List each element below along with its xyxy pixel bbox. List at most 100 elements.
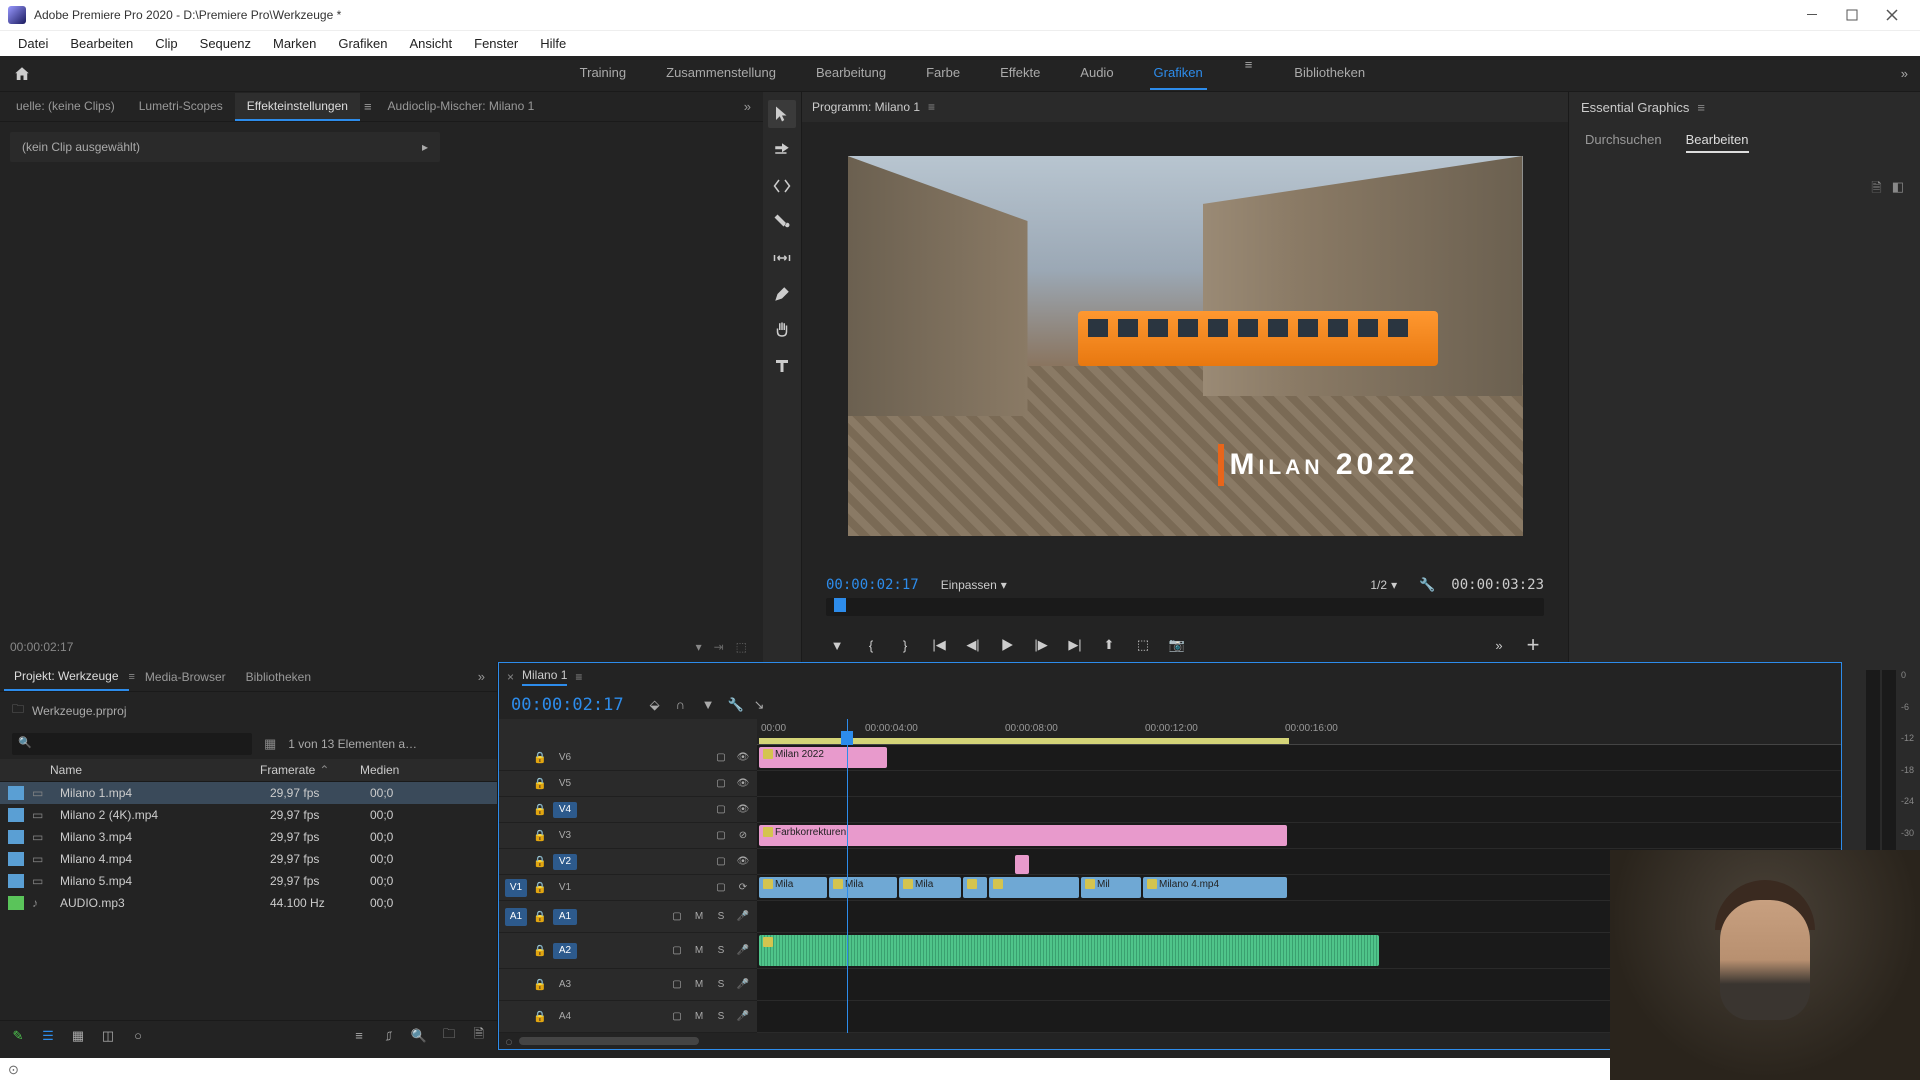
- timeline-settings-icon[interactable]: 🔧: [728, 697, 744, 713]
- add-marker-button[interactable]: ▼: [826, 634, 848, 656]
- ws-bibliotheken[interactable]: Bibliotheken: [1290, 57, 1369, 90]
- ws-bearbeitung[interactable]: Bearbeitung: [812, 57, 890, 90]
- mark-out-button[interactable]: }: [894, 634, 916, 656]
- clip-v1-7[interactable]: Milano 4.mp4: [1143, 877, 1287, 898]
- ripple-edit-tool[interactable]: [768, 172, 796, 200]
- zoom-slider-icon[interactable]: ○: [128, 1026, 148, 1046]
- col-name[interactable]: Name: [0, 763, 260, 777]
- overwrite-icon[interactable]: ⬚: [730, 640, 753, 654]
- fit-dropdown[interactable]: Einpassen ▾: [935, 576, 1013, 594]
- sequence-tab[interactable]: Milano 1: [522, 668, 567, 686]
- razor-tool[interactable]: [768, 208, 796, 236]
- clip-v1-5[interactable]: [989, 877, 1079, 898]
- track-a3[interactable]: 🔒A3▢MS🎤: [499, 969, 757, 1001]
- snap-icon[interactable]: ⬙: [650, 697, 666, 713]
- ws-effekte[interactable]: Effekte: [996, 57, 1044, 90]
- project-item[interactable]: ▭Milano 2 (4K).mp429,97 fps00;0: [0, 804, 497, 826]
- eg-tab-browse[interactable]: Durchsuchen: [1585, 132, 1662, 153]
- tab-libraries[interactable]: Bibliotheken: [236, 664, 321, 690]
- track-v4[interactable]: 🔒V4▢👁: [499, 797, 757, 823]
- project-item[interactable]: ▭Milano 3.mp429,97 fps00;0: [0, 826, 497, 848]
- pen-tool[interactable]: [768, 280, 796, 308]
- group-icon[interactable]: ◧: [1892, 179, 1904, 201]
- timeline-timecode[interactable]: 00:00:02:17: [511, 695, 624, 715]
- automate-icon[interactable]: ⎎: [379, 1026, 399, 1046]
- menu-marken[interactable]: Marken: [263, 32, 326, 55]
- go-to-in-button[interactable]: |◀: [928, 634, 950, 656]
- track-a2[interactable]: 🔒A2▢MS🎤: [499, 933, 757, 969]
- filter-icon[interactable]: ▾: [690, 640, 708, 654]
- search-input[interactable]: [12, 733, 252, 755]
- sort-icon[interactable]: ≡: [349, 1026, 369, 1046]
- clip-v1-2[interactable]: Mila: [829, 877, 897, 898]
- project-item[interactable]: ▭Milano 4.mp429,97 fps00;0: [0, 848, 497, 870]
- ws-audio[interactable]: Audio: [1076, 57, 1117, 90]
- clip-marker[interactable]: [1015, 855, 1029, 874]
- ws-farbe[interactable]: Farbe: [922, 57, 964, 90]
- close-button[interactable]: [1872, 1, 1912, 29]
- panel-overflow-icon[interactable]: »: [736, 95, 759, 118]
- clip-v1-4[interactable]: [963, 877, 987, 898]
- slip-tool[interactable]: [768, 244, 796, 272]
- export-frame-button[interactable]: 📷: [1166, 634, 1188, 656]
- find-icon[interactable]: 🔍: [409, 1026, 429, 1046]
- menu-bearbeiten[interactable]: Bearbeiten: [60, 32, 143, 55]
- ws-overflow-icon[interactable]: »: [1897, 62, 1912, 85]
- graphic-title-overlay[interactable]: Milan 2022: [1218, 444, 1419, 486]
- tab-project[interactable]: Projekt: Werkzeuge: [4, 663, 129, 691]
- menu-grafiken[interactable]: Grafiken: [328, 32, 397, 55]
- clip-farbkorrekturen[interactable]: Farbkorrekturen: [759, 825, 1287, 846]
- tab-media-browser[interactable]: Media-Browser: [135, 664, 236, 690]
- track-lane-v4[interactable]: [757, 797, 1841, 823]
- menu-hilfe[interactable]: Hilfe: [530, 32, 576, 55]
- new-item-button[interactable]: 🗎: [469, 1026, 489, 1046]
- add-marker-icon[interactable]: ▼: [702, 697, 718, 713]
- program-scrubber[interactable]: [826, 598, 1544, 616]
- step-back-button[interactable]: ◀|: [962, 634, 984, 656]
- track-v3[interactable]: 🔒V3▢⊘: [499, 823, 757, 849]
- step-forward-button[interactable]: |▶: [1030, 634, 1052, 656]
- clip-audio[interactable]: [759, 935, 1379, 966]
- freeform-view-button[interactable]: ◫: [98, 1026, 118, 1046]
- settings-icon[interactable]: 🔧: [1419, 577, 1435, 593]
- play-button[interactable]: [996, 634, 1018, 656]
- col-media[interactable]: Medien: [360, 763, 440, 777]
- new-item-pen-icon[interactable]: ✎: [8, 1026, 28, 1046]
- track-lane-v5[interactable]: [757, 771, 1841, 797]
- track-select-tool[interactable]: [768, 136, 796, 164]
- maximize-button[interactable]: [1832, 1, 1872, 29]
- program-monitor[interactable]: Milan 2022: [802, 122, 1568, 570]
- type-tool[interactable]: [768, 352, 796, 380]
- project-tabs-overflow[interactable]: »: [470, 665, 493, 688]
- track-v2[interactable]: 🔒V2▢👁: [499, 849, 757, 875]
- icon-view-button[interactable]: ▦: [68, 1026, 88, 1046]
- menu-ansicht[interactable]: Ansicht: [399, 32, 462, 55]
- resolution-dropdown[interactable]: 1/2 ▾: [1364, 576, 1403, 594]
- minimize-button[interactable]: [1792, 1, 1832, 29]
- clip-milan2022[interactable]: Milan 2022: [759, 747, 887, 768]
- menu-clip[interactable]: Clip: [145, 32, 187, 55]
- clip-v1-3[interactable]: Mila: [899, 877, 961, 898]
- track-v5[interactable]: 🔒V5▢👁: [499, 771, 757, 797]
- home-icon[interactable]: [8, 60, 36, 88]
- eg-tab-edit[interactable]: Bearbeiten: [1686, 132, 1749, 153]
- button-editor-overflow[interactable]: »: [1488, 634, 1510, 656]
- new-layer-icon[interactable]: 🗎: [1871, 179, 1881, 201]
- menu-fenster[interactable]: Fenster: [464, 32, 528, 55]
- track-v1[interactable]: V1🔒V1▢⟳: [499, 875, 757, 901]
- hand-tool[interactable]: [768, 316, 796, 344]
- tab-lumetri-scopes[interactable]: Lumetri-Scopes: [127, 93, 235, 121]
- program-tc-current[interactable]: 00:00:02:17: [826, 577, 919, 593]
- lift-button[interactable]: ⬆: [1098, 634, 1120, 656]
- clip-v1-6[interactable]: Mil: [1081, 877, 1141, 898]
- new-bin-button[interactable]: 🗀: [439, 1026, 459, 1046]
- project-item[interactable]: ▭Milano 5.mp429,97 fps00;0: [0, 870, 497, 892]
- ws-zusammenstellung[interactable]: Zusammenstellung: [662, 57, 780, 90]
- menu-datei[interactable]: Datei: [8, 32, 58, 55]
- insert-icon[interactable]: ⇥: [708, 640, 730, 654]
- track-a1[interactable]: A1🔒A1▢MS🎤: [499, 901, 757, 933]
- col-framerate[interactable]: Framerate⌃: [260, 763, 360, 777]
- extract-button[interactable]: ⬚: [1132, 634, 1154, 656]
- thumb-preview-icon[interactable]: ▦: [264, 736, 276, 752]
- track-lane-v3[interactable]: Farbkorrekturen: [757, 823, 1841, 849]
